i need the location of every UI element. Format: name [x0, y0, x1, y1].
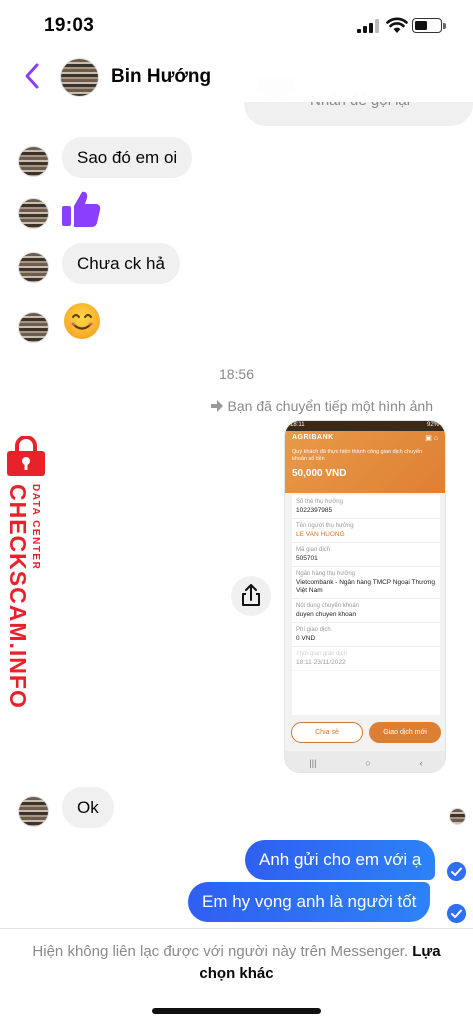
status-time: 19:03 [44, 15, 95, 36]
thumbs-up-icon[interactable] [60, 188, 102, 230]
detail-row: Ngân hàng thụ hưởng Vietcombank - Ngân h… [292, 567, 440, 599]
detail-row: Phí giao dịch 0 VND [292, 623, 440, 647]
forward-note-text: Bạn đã chuyển tiếp một hình ảnh [227, 398, 433, 414]
transfer-details: Số thẻ thụ hưởng 1022397985 Tên người th… [292, 495, 440, 715]
detail-row: Nội dung chuyển khoản duyen chuyen khoan [292, 599, 440, 623]
home-circle-icon: ○ [365, 757, 371, 768]
back-icon: ‹ [419, 757, 423, 768]
cellular-signal-icon [357, 19, 379, 33]
share-icon [242, 584, 260, 606]
avatar[interactable] [18, 796, 49, 827]
detail-row: Thời gian giao dịch 18:11 23/11/2022 [292, 647, 440, 671]
contact-name[interactable]: Bin Hướng [111, 66, 211, 88]
avatar[interactable] [18, 146, 49, 177]
image-status-right: 92% [426, 422, 439, 428]
detail-value: duyen chuyen khoan [296, 611, 356, 618]
message-timestamp: 18:56 [218, 366, 255, 382]
transfer-amount: 50,000 VND [292, 468, 347, 479]
image-action-buttons: Chia sẻ Giao dịch mới [285, 719, 445, 747]
detail-value: 0 VND [296, 635, 316, 642]
watermark: CHECKSCAM.INFO DATA CENTER [0, 436, 50, 709]
image-status-bar: 18:11 92% [285, 421, 445, 431]
message-bubble[interactable]: Ok [62, 787, 114, 828]
avatar[interactable] [18, 312, 49, 343]
detail-value: 505701 [296, 555, 318, 562]
detail-row: Mã giao dịch 505701 [292, 543, 440, 567]
watermark-sub: DATA CENTER [30, 484, 41, 571]
smiling-face-icon[interactable] [63, 302, 101, 340]
detail-label: Nội dung chuyển khoản [296, 603, 360, 609]
image-share-button: Chia sẻ [291, 722, 363, 743]
wifi-icon [386, 17, 408, 33]
detail-label: Mã giao dịch [296, 547, 331, 553]
battery-icon [412, 18, 446, 33]
detail-value: LE VAN HUONG [296, 531, 345, 538]
unavailable-text: Hiện không liên lạc được với người này t… [32, 943, 409, 960]
detail-row: Tên người thụ hưởng LE VAN HUONG [292, 519, 440, 543]
recent-apps-icon: ||| [309, 757, 317, 768]
delivered-check-icon [447, 862, 466, 881]
image-status-time: 18:11 [290, 422, 305, 428]
image-nav-bar: ||| ○ ‹ [285, 751, 445, 772]
image-new-transaction-button: Giao dịch mới [369, 722, 441, 743]
detail-label: Thời gian giao dịch [296, 651, 347, 657]
detail-row: Số thẻ thụ hưởng 1022397985 [292, 495, 440, 519]
chat-header: Bin Hướng [0, 52, 473, 102]
detail-value: 1022397985 [296, 507, 333, 514]
detail-value: Vietcombank - Ngân hàng TMCP Ngoại Thươn… [296, 579, 435, 594]
detail-value: 18:11 23/11/2022 [296, 659, 346, 666]
message-bubble[interactable]: Sao đó em oi [62, 137, 193, 178]
detail-label: Phí giao dịch [296, 627, 331, 633]
transfer-summary: AGRIBANK ▣ ⌂ Quý khách đã thực hiện thàn… [285, 431, 445, 493]
forwarded-image[interactable]: 18:11 92% AGRIBANK ▣ ⌂ Quý khách đã thực… [284, 420, 446, 773]
contact-avatar[interactable] [60, 58, 99, 97]
share-button[interactable] [231, 576, 271, 616]
watermark-main: CHECKSCAM.INFO [5, 484, 31, 709]
read-receipt-avatar [449, 808, 466, 825]
forward-note: Bạn đã chuyển tiếp một hình ảnh [210, 398, 433, 414]
message-bubble-outgoing[interactable]: Em hy vọng anh là người tốt [188, 882, 431, 922]
avatar[interactable] [18, 198, 49, 229]
home-indicator[interactable] [152, 1008, 321, 1014]
lock-icon [7, 436, 45, 476]
unavailable-notice: Hiện không liên lạc được với người này t… [0, 928, 473, 985]
avatar[interactable] [18, 252, 49, 283]
chevron-left-icon[interactable] [22, 61, 44, 91]
message-bubble[interactable]: Chưa ck hả [62, 243, 180, 284]
detail-label: Tên người thụ hưởng [296, 523, 354, 529]
detail-label: Ngân hàng thụ hưởng [296, 571, 355, 577]
bank-logo-text: AGRIBANK [292, 434, 334, 441]
status-bar: 19:03 [0, 0, 473, 52]
message-bubble-outgoing[interactable]: Anh gửi cho em với ạ [245, 840, 436, 880]
forward-arrow-icon [210, 400, 223, 412]
transfer-message: Quý khách đã thực hiện thành công giao d… [292, 449, 422, 462]
detail-label: Số thẻ thụ hưởng [296, 499, 343, 505]
delivered-check-icon [447, 904, 466, 923]
home-icon: ▣ ⌂ [425, 435, 438, 442]
